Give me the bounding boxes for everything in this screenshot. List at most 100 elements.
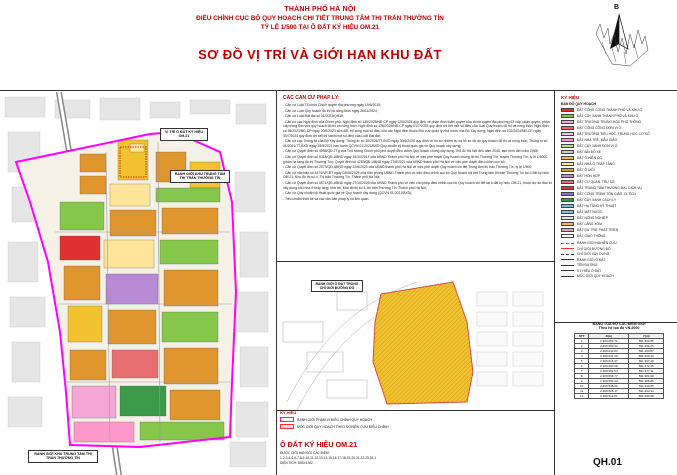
legend-item: ĐẤT CÂY XANH THÀNH PHỐ VÀ KHU Ở [561,113,675,118]
legend-line-item: MỐC GIỚI QUY HOẠCH [561,274,675,278]
legal-item: - Căn cứ Quyết định số 2073/QĐ-UBND ngày… [283,165,533,170]
legend-item: ĐẤT MẶT NƯỚC [561,209,675,214]
bottom-legend: KÝ HIỆU RANH GIỚI PHẠM VI ĐIỀU CHỈNH QUY… [280,410,553,475]
site-subtitle-1: ĐƯỢC GIỚI HẠN BỞI CÁC ĐIỂM: [280,451,330,455]
legend-swatch [561,167,574,172]
legend-label: ĐẤT CÔNG TRÌNH TÔN GIÁO, DI TÍCH [577,191,636,196]
legend-item: ĐẤT TRƯỜNG TRUNG HỌC PHỔ THÔNG [561,119,675,124]
legend-label: ĐẤT TRƯỜNG TIỂU HỌC, TRUNG HỌC CƠ SỞ [577,131,650,136]
bottom-legend-row: RANH GIỚI PHẠM VI ĐIỀU CHỈNH QUY HOẠCH [280,417,553,422]
legend-line-item: RANH GIỚI Ô ĐẤT [561,258,675,262]
legend-item: ĐẤT TRƯỜNG TIỂU HỌC, TRUNG HỌC CƠ SỞ [561,131,675,136]
legend-line-label: CHỈ GIỚI XÂY DỰNG [577,252,610,256]
legal-item: - Căn cứ Quy chuẩn kỹ thuật quốc gia về … [283,191,413,196]
legend-swatch [561,173,574,178]
legend-label: ĐẤT NHÀ Ở THẤP TẦNG [577,161,615,166]
legend-label: ĐẤT LÀNG XÓM [577,221,602,226]
legal-item: - Căn cứ Luật Tổ chức Chính quyền địa ph… [283,103,381,107]
legend-line-symbol [561,248,574,249]
table-cell: 591.396.98 [628,392,664,399]
bottom-legend-row: MỐC GIỚI QUY HOẠCH THEO NGHIÊN CỨU ĐIỀU … [280,424,553,429]
legend-label: ĐẤT Ở HIỆN CÓ [577,155,602,160]
legend-swatch [561,209,574,214]
legend-swatch [561,161,574,166]
legend-swatch [561,143,574,148]
legend-label: ĐẤT TRƯỜNG TRUNG HỌC PHỔ THÔNG [577,119,642,124]
legend-swatch [561,131,574,136]
table-row: 12 2.309.512.61 591.396.98 [573,392,664,399]
legend-line-symbol [561,275,574,277]
legal-item: - Căn cứ văn bản số 4470/VP-ĐT ngày 03/0… [283,170,549,180]
city-title: THÀNH PHỐ HÀ NỘI [284,6,356,13]
coordinate-table: BẢNG TỌA ĐỘ CÁC ĐIỂM GIỚI Theo hệ tọa độ… [573,322,664,399]
legend-swatch [561,191,574,196]
legend-label: ĐẤT GIAO THÔNG [577,233,606,238]
legend-line-symbol [561,242,574,244]
project-title: ĐIỀU CHỈNH CỤC BỘ QUY HOẠCH CHI TIẾT TRU… [196,15,444,22]
legend-subheading: BẢN ĐỒ QUY HOẠCH [561,102,596,106]
legend-line-item: RANH GIỚI NGHIÊN CỨU [561,241,675,245]
legal-item: - Căn cứ Quyết định số 6318/QĐ-UBND ngày… [283,154,548,164]
legend-item: ĐẤT HỖN HỢP [561,173,675,178]
site-subtitle-3: DIỆN TÍCH: 9283.6 M2 [280,461,313,465]
legal-item: - Căn cứ các Nghị định của Chính phủ: Ng… [283,119,550,138]
legend-item: ĐẤT GIAO THÔNG [561,233,675,238]
legend-swatch [561,137,574,142]
legend-label: ĐẤT BÃI ĐỖ XE [577,149,601,154]
legend-label: ĐẤT CÔNG CỘNG THÀNH PHỐ VÀ KHU Ở [577,107,643,112]
legend-label: ĐẤT CÂY XANH CÁCH LY [577,197,617,202]
detail-map: RANH GIỚI Ô ĐẤT TRONG CHỈ GIỚI ĐƯỜNG ĐỎ [277,262,553,410]
legend-line-symbol [561,259,574,260]
legal-item: - Căn cứ Luật Quy hoạch đô thị và nông t… [283,108,378,113]
legend-swatch [561,155,574,160]
legend-item: ĐẤT DỰ TRỮ PHÁT TRIỂN [561,227,675,232]
detail-site-callout: RANH GIỚI Ô ĐẤT TRONG CHỈ GIỚI ĐƯỜNG ĐỎ [311,280,363,293]
legal-item: - Căn cứ Quyết định số 5571/QĐ-UBND ngày… [283,180,552,190]
legal-item: - Căn cứ Luật Đất đai số 31/2024/QH15; [283,114,344,119]
boundary-callout-bottom: RANH GIỚI KHU TRUNG TÂM THỊ TRẤN THƯỜNG … [28,450,98,463]
legend-swatch [561,125,574,130]
legend-line-symbol [561,270,574,271]
legal-basis: CÁC CĂN CỨ PHÁP LÝ: - Căn cứ Luật Tổ chứ… [283,95,553,260]
legend-label: ĐẤT DỰ TRỮ PHÁT TRIỂN [577,227,619,232]
legend-item: ĐẤT NHÀ TRẺ, MẪU GIÁO [561,137,675,142]
north-arrow-icon: B [590,4,650,82]
site-subtitle-2: 1-2-3-4-5-6-7-8-9-10-11-12-13-14-15-16-1… [280,456,377,460]
legend-swatch [561,215,574,220]
legend-label: ĐẤT NÔNG NGHIỆP [577,215,608,220]
legend-item: ĐẤT TRUNG TÂM THƯƠNG MẠI, DỊCH VỤ [561,185,675,190]
legend-line-label: RANH GIỚI NGHIÊN CỨU [577,241,617,245]
legend-swatch [561,197,574,202]
legend-label: ĐẤT MẶT NƯỚC [577,209,603,214]
legend-line-item: KÝ HIỆU Ô ĐẤT [561,269,675,273]
legal-list: - Căn cứ Luật Tổ chức Chính quyền địa ph… [283,103,553,201]
legend-item: ĐẤT Ở HIỆN CÓ [561,155,675,160]
legend-item: ĐẤT LÀNG XÓM [561,221,675,226]
legend-label: ĐẤT HẠ TẦNG KỸ THUẬT [577,203,617,208]
legend-label: ĐẤT NHÀ TRẺ, MẪU GIÁO [577,137,618,142]
boundary-callout-top: RANH GIỚI KHU TRUNG TÂM THỊ TRẤN THƯỜNG … [170,170,230,183]
legend-swatch [561,119,574,124]
legend-label: ĐẤT HỖN HỢP [577,173,601,178]
legend-label: ĐẤT TRUNG TÂM THƯƠNG MẠI, DỊCH VỤ [577,185,642,190]
drawing-title: SƠ ĐỒ VỊ TRÍ VÀ GIỚI HẠN KHU ĐẤT [198,47,442,62]
legend-label: ĐẤT Ở MỚI [577,167,595,172]
site-title: Ô ĐẤT KÝ HIỆU OM.21 [280,440,358,449]
legend-line-item: CHỈ GIỚI ĐƯỜNG ĐỎ [561,247,675,251]
legend-line-label: CHỈ GIỚI ĐƯỜNG ĐỎ [577,246,611,251]
coordinate-grid: STT X(m) Y(m) 1 2.309.659.71 591.362.05 2 2.30… [573,332,664,399]
legend-line-item: CHỈ GIỚI XÂY DỰNG [561,252,675,256]
legend-item: ĐẤT CƠ QUAN, TRỤ SỞ [561,179,675,184]
legend-item: ĐẤT CÂY XANH ĐƠN VỊ Ở [561,143,675,148]
legend-item: ĐẤT CÂY XANH CÁCH LY [561,197,675,202]
legend-label: ĐẤT CƠ QUAN, TRỤ SỞ [577,179,615,184]
legend-swatch [561,179,574,184]
drawing-sheet: THÀNH PHỐ HÀ NỘI ĐIỀU CHỈNH CỤC BỘ QUY H… [0,0,677,475]
location-map: VỊ TRÍ Ô ĐẤT KÝ HIỆU OM.21 RANH GIỚI KHU… [0,92,276,475]
legend-item: ĐẤT CÔNG CỘNG ĐƠN VỊ Ở [561,125,675,130]
title-block: THÀNH PHỐ HÀ NỘI ĐIỀU CHỈNH CỤC BỘ QUY H… [120,6,520,62]
legend-line-label: TÊN ĐƯỜNG [577,263,598,267]
legend-line-item: TÊN ĐƯỜNG [561,263,675,267]
legend-swatch [561,185,574,190]
legend-line-label: KÝ HIỆU Ô ĐẤT [577,268,602,273]
